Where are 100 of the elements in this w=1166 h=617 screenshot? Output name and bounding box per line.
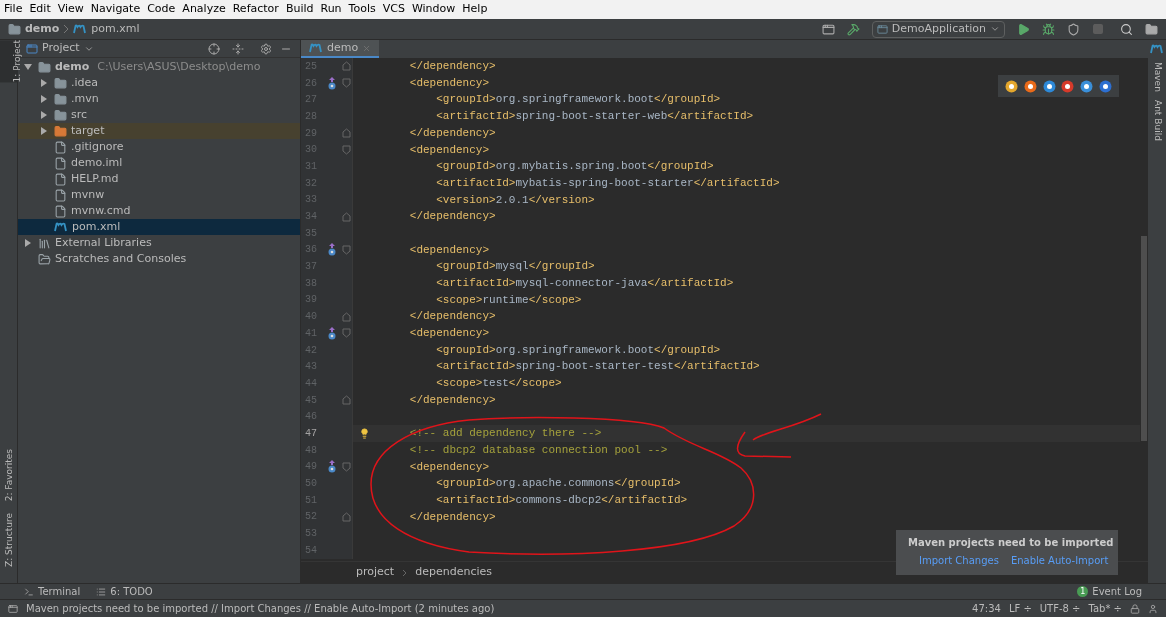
code-line: </dependency> [409,392,496,408]
status-window-icon[interactable] [8,603,18,614]
editor-tab[interactable]: demo [301,40,380,58]
person-icon[interactable] [1148,603,1158,614]
code-line: <groupId>org.mybatis.spring.boot</groupId> [436,159,714,175]
menu-item[interactable]: VCS [382,1,405,18]
menu-item[interactable]: Build [285,1,314,18]
menu-item[interactable]: File [4,1,23,18]
panel-title[interactable]: Project [42,40,80,57]
file-icon [54,156,67,170]
menu-item[interactable]: Help [462,1,488,18]
tree-item-label: target [71,122,105,139]
menu-item[interactable]: Navigate [90,1,141,18]
tree-item[interactable]: demo.iml [18,155,300,171]
line-number: 47 [304,426,318,441]
tree-item-label: pom.xml [72,218,121,235]
menu-item[interactable]: Edit [29,1,51,18]
debug-icon[interactable] [1042,22,1055,36]
breadcrumb-item[interactable]: project [356,564,395,581]
tree-item[interactable]: src [18,107,300,123]
tree-item-label: .idea [71,74,99,91]
tree-item-label: Scratches and Consoles [55,250,187,267]
override-marker-icon[interactable] [327,460,337,474]
tree-item-label: demo [55,58,90,75]
tree-item-label: .mvn [71,90,99,107]
code-line: <scope>runtime</scope> [436,292,582,308]
tree-item[interactable]: .mvn [18,91,300,107]
browser-icon[interactable] [1099,79,1113,93]
status-message[interactable]: Maven projects need to be imported // Import Changes // Enable Auto-Import (2 minutes ago) [26,601,495,616]
status-item[interactable]: LF ÷ [1008,601,1032,616]
breadcrumb-item[interactable]: dependencies [415,564,492,581]
status-item[interactable]: UTF-8 ÷ [1039,601,1081,616]
browser-icon[interactable] [1080,79,1094,93]
build-icon[interactable] [846,22,860,36]
maven-icon [54,222,68,232]
search-icon[interactable] [1120,22,1133,36]
browser-icon[interactable] [1004,79,1018,93]
run-window-icon[interactable] [821,22,835,36]
override-marker-icon[interactable] [327,243,337,257]
event-log-tab[interactable]: 1 Event Log [1077,584,1142,599]
scrollbar-thumb[interactable] [1141,236,1147,441]
count-badge: 1 [1077,586,1089,597]
code-line: </dependency> [409,209,496,225]
file-icon [54,204,67,218]
notification-link[interactable]: Import Changes [919,553,999,568]
folder-icon [54,76,67,90]
tool-window-tab[interactable]: Z: Structure [0,513,18,567]
panel-icon [26,42,38,55]
breadcrumb-item[interactable]: pom.xml [91,20,140,38]
code-line: <dependency> [409,326,490,342]
menu-item[interactable]: Tools [348,1,376,18]
caret-position[interactable]: 47:34 [972,601,1001,616]
tree-item[interactable]: Scratches and Consoles [18,251,300,267]
locate-icon[interactable] [208,42,220,55]
tree-item-label: .gitignore [71,138,124,155]
lightbulb-icon[interactable] [359,427,370,439]
notification-link[interactable]: Enable Auto-Import [1010,553,1109,568]
status-item[interactable]: Tab* ÷ [1088,601,1122,616]
project-structure-icon[interactable] [1145,22,1158,36]
tree-item-label: External Libraries [55,234,152,251]
tree-item[interactable]: pom.xml [18,219,300,235]
settings-icon[interactable] [260,42,272,55]
tool-window-tab[interactable]: Maven [1150,62,1164,92]
expanded-arrow-icon[interactable] [24,63,32,71]
code-line: </dependency> [409,509,496,525]
tool-window-tab[interactable]: 6: TODO [96,584,153,599]
tree-item[interactable]: External Libraries [18,235,300,251]
breadcrumb-item[interactable]: demo [25,20,60,38]
run-config-dropdown[interactable]: DemoApplication [871,20,1005,38]
menu-item[interactable]: Refactor [232,1,279,18]
tool-window-tab[interactable]: 2: Favorites [0,448,18,502]
collapsed-arrow-icon[interactable] [24,239,32,247]
tool-window-tab[interactable]: Ant Build [1150,99,1164,141]
tree-item-path: C:\Users\ASUS\Desktop\demo [97,58,261,75]
tree-item[interactable]: HELP.md [18,171,300,187]
maven-icon [73,24,88,34]
tree-item-label: demo.iml [71,154,123,171]
tree-item[interactable]: target [18,123,300,139]
override-marker-icon[interactable] [327,326,337,340]
tree-item[interactable]: .gitignore [18,139,300,155]
menu-item[interactable]: View [57,1,84,18]
code-line: </dependency> [409,125,496,141]
list-icon [96,586,107,597]
menu-item[interactable]: Window [411,1,456,18]
menu-item[interactable]: Code [147,1,176,18]
run-icon[interactable] [1017,22,1030,36]
override-marker-icon[interactable] [327,76,337,90]
tool-window-tab[interactable]: Terminal [24,584,81,599]
collapse-icon[interactable] [232,42,244,55]
browser-icon[interactable] [1023,79,1037,93]
menu-item[interactable]: Analyze [182,1,226,18]
lock-icon[interactable] [1130,603,1140,614]
folder-icon [54,108,67,122]
browser-icon[interactable] [1061,79,1075,93]
menu-item[interactable]: Run [320,1,342,18]
browser-icon[interactable] [1042,79,1056,93]
library-icon [38,236,51,250]
coverage-icon[interactable] [1067,22,1080,36]
tree-item[interactable]: mvnw [18,187,300,203]
tree-item[interactable]: mvnw.cmd [18,203,300,219]
